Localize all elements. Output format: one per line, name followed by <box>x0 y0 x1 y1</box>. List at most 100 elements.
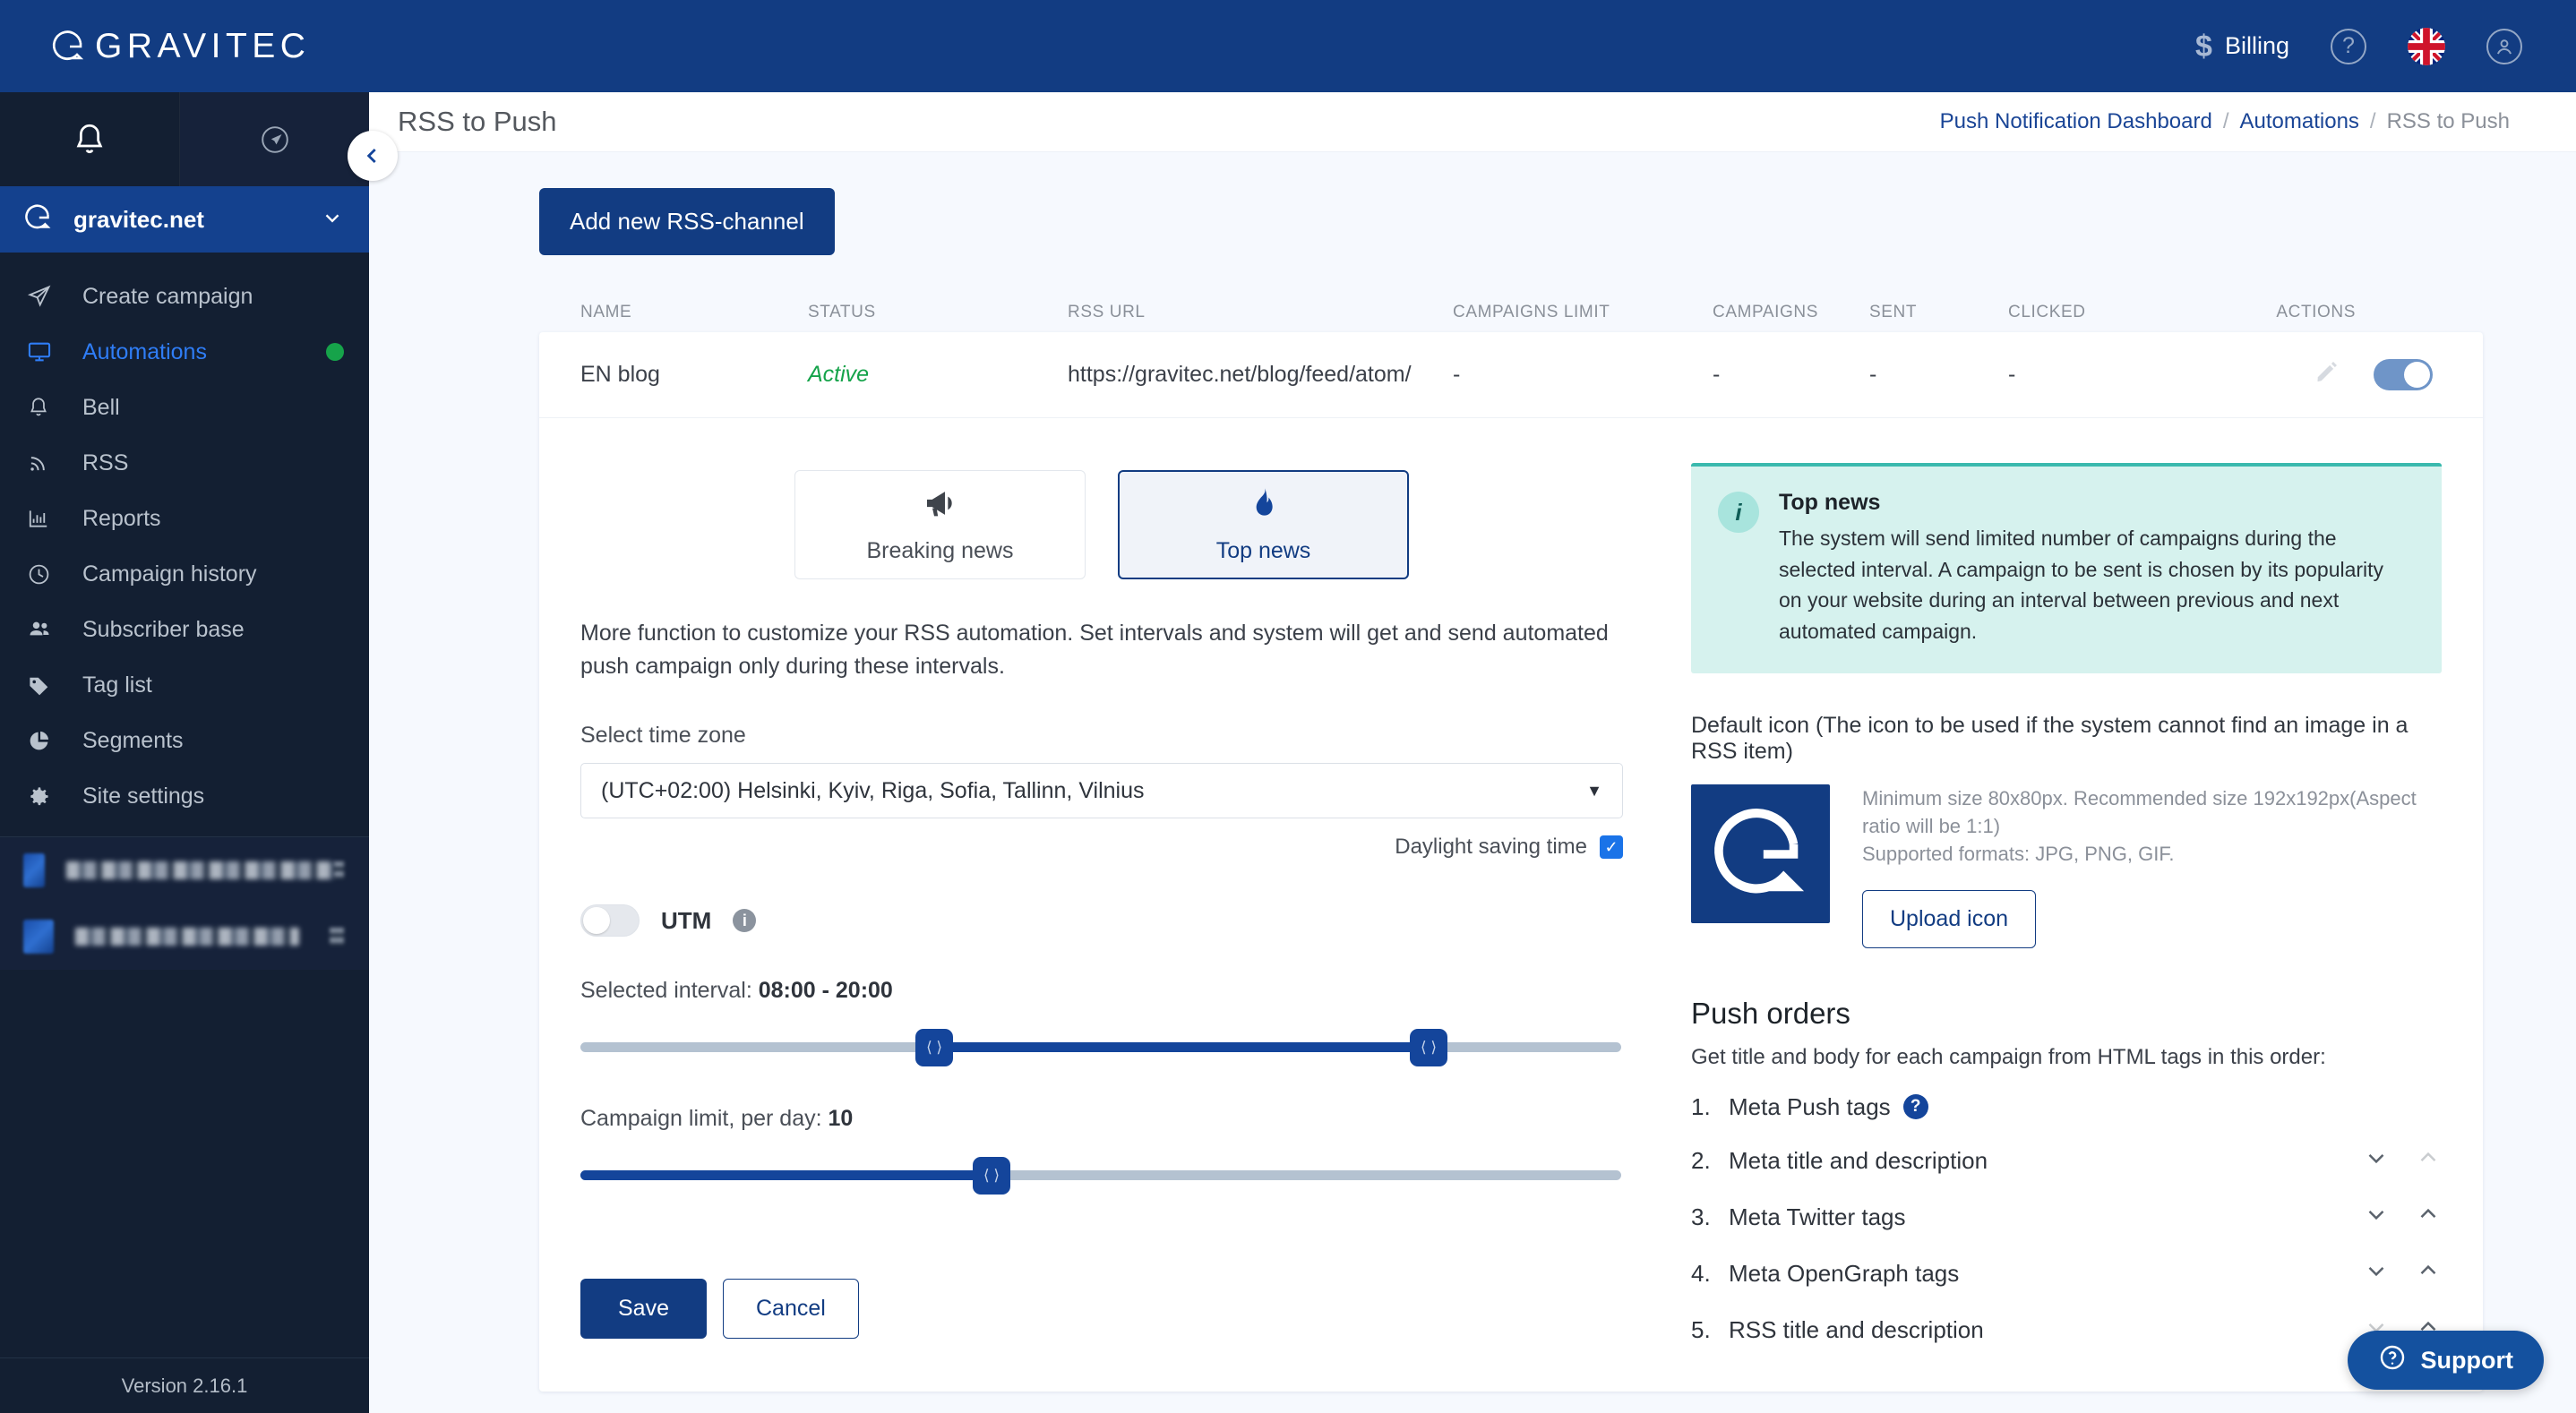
sidebar-item-site-settings[interactable]: Site settings <box>0 768 369 824</box>
brand-logo[interactable]: GRAVITEC <box>50 27 310 66</box>
column-header-actions: ACTIONS <box>2276 303 2356 321</box>
chevron-down-icon <box>321 206 344 234</box>
callout-body: The system will send limited number of c… <box>1779 527 2384 643</box>
interval-start-handle[interactable]: ⟨ ⟩ <box>915 1029 954 1066</box>
timezone-selected-value: (UTC+02:00) Helsinki, Kyiv, Riga, Sofia,… <box>601 777 1145 803</box>
sidebar-item-bell[interactable]: Bell <box>0 380 369 435</box>
sidebar-item-subscriber-base[interactable]: Subscriber base <box>0 602 369 657</box>
cell-name: EN blog <box>580 362 660 387</box>
move-up-icon[interactable] <box>2415 1201 2442 1234</box>
campaign-limit-handle[interactable]: ⟨ ⟩ <box>972 1157 1010 1195</box>
breadcrumb-separator: / <box>2222 109 2229 133</box>
notifications-button[interactable] <box>0 92 180 186</box>
move-down-icon[interactable] <box>2363 1257 2390 1290</box>
column-header-name: NAME <box>580 303 632 321</box>
order-number: 1. <box>1691 1092 1711 1120</box>
breadcrumb-item-dashboard[interactable]: Push Notification Dashboard <box>1940 109 2212 134</box>
timezone-label: Select time zone <box>580 723 746 748</box>
info-icon: i <box>1718 492 1759 533</box>
paper-plane-icon <box>27 284 61 309</box>
sidebar-item-campaign-history[interactable]: Campaign history <box>0 546 369 602</box>
sidebar-item-label: RSS <box>82 450 129 475</box>
site-thumbnail-icon <box>23 853 46 887</box>
status-badge <box>326 343 344 361</box>
campaign-limit-slider[interactable]: ⟨ ⟩ <box>580 1157 1621 1195</box>
add-rss-channel-button[interactable]: Add new RSS-channel <box>539 188 835 255</box>
help-circle-icon[interactable]: ? <box>2331 28 2366 64</box>
sidebar-other-site-2[interactable] <box>0 903 369 970</box>
order-label: RSS title and description <box>1729 1315 1984 1343</box>
sidebar-collapse-button[interactable] <box>348 131 398 181</box>
type-card-top-news[interactable]: Top news <box>1118 470 1409 579</box>
sidebar-item-label: Reports <box>82 505 161 531</box>
uk-flag-icon[interactable] <box>2408 27 2445 65</box>
version-label: Version 2.16.1 <box>0 1357 369 1413</box>
pencil-icon[interactable] <box>2314 359 2340 390</box>
form-actions: Save Cancel <box>580 1279 1623 1339</box>
column-header-clicked: CLICKED <box>2008 303 2086 321</box>
column-header-sent: SENT <box>1869 303 1918 321</box>
sidebar-other-site-1[interactable] <box>0 837 369 903</box>
breadcrumb-item-automations[interactable]: Automations <box>2240 109 2359 134</box>
callout-title: Top news <box>1779 490 1881 515</box>
timezone-select[interactable]: (UTC+02:00) Helsinki, Kyiv, Riga, Sofia,… <box>580 763 1623 818</box>
detail-left-column: Breaking news Top news More function to … <box>539 418 1664 1392</box>
info-icon[interactable]: i <box>733 909 757 932</box>
sidebar-item-create-campaign[interactable]: Create campaign <box>0 269 369 324</box>
users-icon <box>27 617 61 642</box>
site-selector[interactable]: gravitec.net <box>0 186 369 253</box>
interval-value: 08:00 - 20:00 <box>758 978 893 1003</box>
move-down-icon[interactable] <box>2363 1144 2390 1178</box>
gravitec-logo-icon <box>50 28 88 65</box>
clock-icon <box>27 562 61 587</box>
cell-status: Active <box>808 362 870 387</box>
cell-actions <box>2214 359 2483 390</box>
interval-range-slider[interactable]: ⟨ ⟩ ⟨ ⟩ <box>580 1029 1621 1066</box>
move-up-icon[interactable] <box>2415 1257 2442 1290</box>
info-callout: i Top news The system will send limited … <box>1691 463 2442 673</box>
sidebar-item-rss[interactable]: RSS <box>0 435 369 491</box>
support-button[interactable]: Support <box>2347 1331 2544 1390</box>
pie-chart-icon <box>27 729 61 753</box>
table-header: NAME STATUS RSS URL CAMPAIGNS LIMIT CAMP… <box>369 293 2576 332</box>
order-label: Meta Twitter tags <box>1729 1203 1906 1230</box>
sidebar-item-label: Segments <box>82 727 184 753</box>
site-name: gravitec.net <box>73 205 204 233</box>
move-up-icon[interactable] <box>2415 1144 2442 1178</box>
bell-outline-icon <box>27 396 61 419</box>
rss-channel-card: EN blog Active https://gravitec.net/blog… <box>539 332 2483 1392</box>
quick-send-button[interactable] <box>180 92 369 186</box>
breadcrumb: Push Notification Dashboard / Automation… <box>1940 109 2510 134</box>
utm-row: UTM i <box>580 904 1623 937</box>
table-row[interactable]: EN blog Active https://gravitec.net/blog… <box>539 332 2483 418</box>
interval-end-handle[interactable]: ⟨ ⟩ <box>1410 1029 1448 1066</box>
cell-rss-url: https://gravitec.net/blog/feed/atom/ <box>1068 362 1412 387</box>
sidebar-item-reports[interactable]: Reports <box>0 491 369 546</box>
gear-icon <box>27 784 61 809</box>
cell-sent: - <box>1869 362 1877 387</box>
page-body: Add new RSS-channel NAME STATUS RSS URL … <box>369 152 2576 1392</box>
account-circle-icon[interactable] <box>2486 28 2522 64</box>
move-down-icon[interactable] <box>2363 1201 2390 1234</box>
type-card-breaking-news[interactable]: Breaking news <box>794 470 1086 579</box>
type-card-label: Top news <box>1215 538 1311 563</box>
sidebar-item-segments[interactable]: Segments <box>0 713 369 768</box>
daylight-saving-checkbox[interactable]: ✓ <box>1600 835 1623 859</box>
help-icon[interactable]: ? <box>1902 1094 1928 1120</box>
sidebar-item-tag-list[interactable]: Tag list <box>0 657 369 713</box>
dollar-icon: $ <box>2195 29 2212 64</box>
channel-enabled-toggle[interactable] <box>2374 359 2433 390</box>
billing-label: Billing <box>2224 32 2289 59</box>
sidebar-item-automations[interactable]: Automations <box>0 324 369 380</box>
cancel-button[interactable]: Cancel <box>722 1279 859 1339</box>
save-button[interactable]: Save <box>580 1279 707 1339</box>
tag-icon <box>27 673 61 698</box>
billing-button[interactable]: $ Billing <box>2195 31 2289 62</box>
order-label: Meta title and description <box>1729 1146 1988 1174</box>
upload-icon-button[interactable]: Upload icon <box>1862 889 2037 948</box>
rss-icon <box>27 451 61 475</box>
order-number: 2. <box>1691 1146 1711 1174</box>
default-icon-title: Default icon (The icon to be used if the… <box>1691 713 2409 764</box>
utm-toggle[interactable] <box>580 904 640 937</box>
app-root: GRAVITEC $ Billing ? gravitec.net Create… <box>0 0 2576 1413</box>
